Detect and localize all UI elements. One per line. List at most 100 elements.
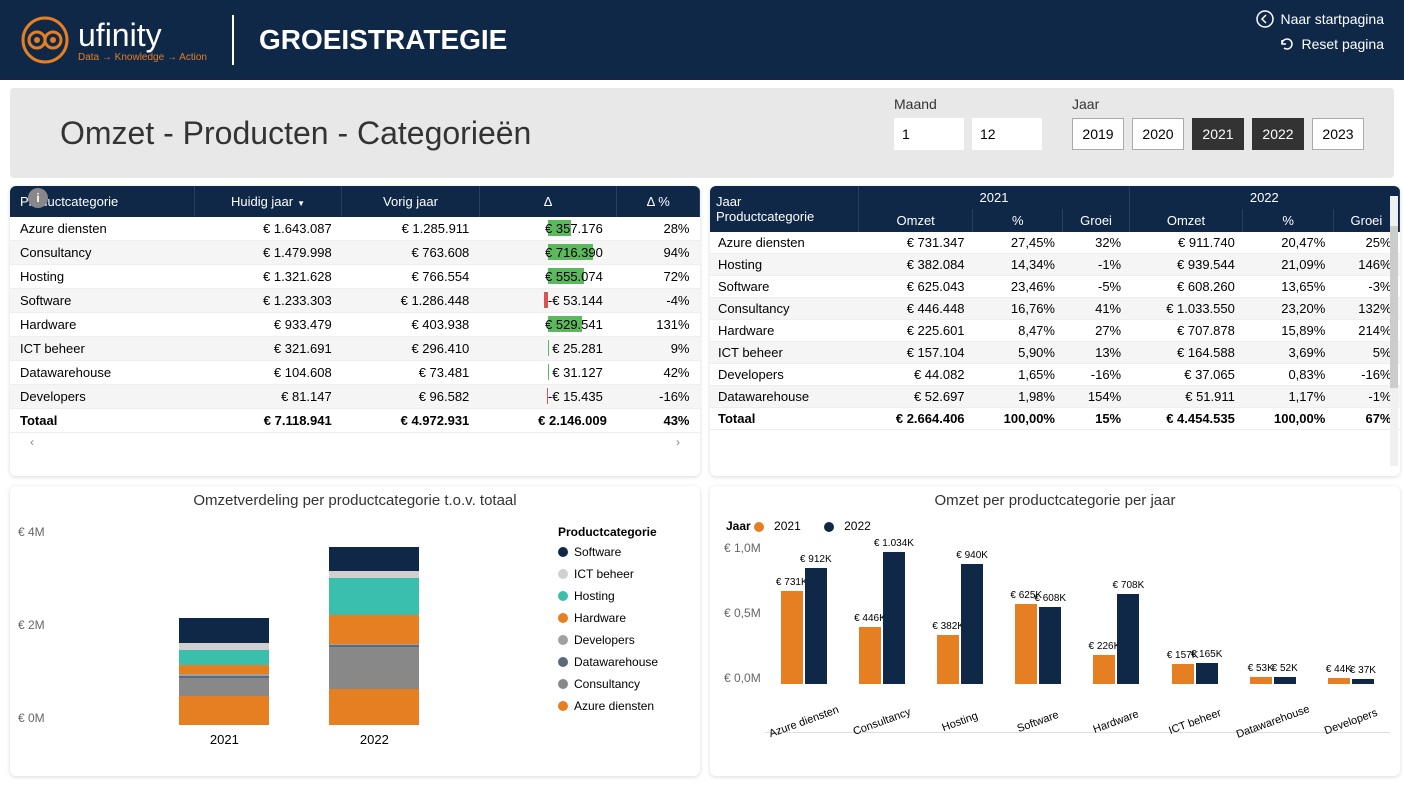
bar-group[interactable]: € 446K€ 1.034KConsultancy	[859, 552, 905, 684]
th-jaar-cat[interactable]: Jaar Productcategorie	[710, 186, 859, 232]
bar-group[interactable]: € 157K€ 165KICT beheer	[1172, 663, 1218, 684]
year-button-2021[interactable]: 2021	[1192, 118, 1244, 150]
table-row[interactable]: Consultancy€ 1.479.998€ 763.608 € 716.39…	[10, 241, 700, 265]
bar-2021[interactable]: € 625K	[1015, 604, 1037, 684]
table-row[interactable]: Hosting€ 1.321.628€ 766.554 € 555.074 72…	[10, 265, 700, 289]
horizontal-scrollbar[interactable]: ‹›	[10, 433, 700, 451]
th-delta-pct[interactable]: Δ %	[617, 186, 700, 217]
segment-hardware[interactable]	[329, 615, 419, 643]
bar-value-label: € 226K	[1089, 641, 1121, 652]
stacked-y-axis: € 4M € 2M € 0M	[10, 515, 49, 755]
segment-azure-diensten[interactable]	[179, 696, 269, 725]
nav-reset-link[interactable]: Reset pagina	[1279, 36, 1384, 52]
segment-consultancy[interactable]	[179, 678, 269, 696]
year-button-2022[interactable]: 2022	[1252, 118, 1304, 150]
bar-2022[interactable]: € 708K	[1117, 594, 1139, 684]
table-row[interactable]: Datawarehouse€ 52.6971,98%154%€ 51.9111,…	[710, 386, 1400, 408]
bar-2022[interactable]: € 608K	[1039, 607, 1061, 684]
bar-2022[interactable]: € 37K	[1352, 679, 1374, 684]
th-vorig-jaar[interactable]: Vorig jaar	[342, 186, 480, 217]
segment-software[interactable]	[329, 547, 419, 571]
segment-hardware[interactable]	[179, 665, 269, 674]
bar-2021[interactable]: € 157K	[1172, 664, 1194, 684]
bar-group[interactable]: € 382K€ 940KHosting	[937, 564, 983, 684]
bar-2021[interactable]: € 446K	[859, 627, 881, 684]
table-total-row: Totaal€ 2.664.406100,00%15%€ 4.454.53510…	[710, 408, 1400, 430]
back-icon	[1256, 10, 1274, 28]
info-button[interactable]: i	[28, 188, 48, 208]
bar-2021[interactable]: € 226K	[1093, 655, 1115, 684]
legend-item[interactable]: ICT beheer	[558, 567, 692, 581]
grouped-chart-title: Omzet per productcategorie per jaar	[710, 486, 1400, 515]
th-omzet-1[interactable]: Omzet	[859, 209, 973, 232]
table-row[interactable]: Hardware€ 225.6018,47%27%€ 707.87815,89%…	[710, 320, 1400, 342]
table-row[interactable]: ICT beheer€ 321.691€ 296.410 € 25.281 9%	[10, 337, 700, 361]
filter-bar: Omzet - Producten - Categorieën Maand Ja…	[10, 88, 1394, 178]
segment-azure-diensten[interactable]	[329, 689, 419, 725]
th-pct-2[interactable]: %	[1243, 209, 1333, 232]
table-row[interactable]: Consultancy€ 446.44816,76%41%€ 1.033.550…	[710, 298, 1400, 320]
legend-item[interactable]: Hardware	[558, 611, 692, 625]
legend-item[interactable]: Developers	[558, 633, 692, 647]
table-row[interactable]: Developers€ 81.147€ 96.582 -€ 15.435 -16…	[10, 385, 700, 409]
th-delta[interactable]: Δ	[479, 186, 617, 217]
bar-2022[interactable]: € 52K	[1274, 677, 1296, 684]
year-button-2023[interactable]: 2023	[1312, 118, 1364, 150]
table-row[interactable]: Hosting€ 382.08414,34%-1%€ 939.54421,09%…	[710, 254, 1400, 276]
vertical-scrollbar[interactable]	[1390, 196, 1398, 466]
year-filter: Jaar 20192020202120222023	[1072, 96, 1364, 150]
th-year-2021[interactable]: 2021	[859, 186, 1129, 209]
segment-ict-beheer[interactable]	[329, 571, 419, 578]
bar-2022[interactable]: € 165K	[1196, 663, 1218, 684]
category-label: Azure diensten	[767, 704, 840, 740]
grouped-bars-area[interactable]: € 731K€ 912KAzure diensten € 446K€ 1.034K…	[765, 533, 1390, 733]
bar-2022[interactable]: € 912K	[805, 568, 827, 684]
month-filter: Maand	[894, 96, 1042, 150]
stacked-bar[interactable]: 2021	[179, 618, 269, 725]
stacked-bars-area[interactable]: 2021 2022	[49, 515, 550, 755]
year-button-2020[interactable]: 2020	[1132, 118, 1184, 150]
bar-2021[interactable]: € 53K	[1250, 677, 1272, 684]
segment-software[interactable]	[179, 618, 269, 643]
month-from-input[interactable]	[894, 118, 964, 150]
nav-home-link[interactable]: Naar startpagina	[1256, 10, 1384, 28]
legend-item[interactable]: Software	[558, 545, 692, 559]
bar-value-label: € 53K	[1248, 663, 1274, 674]
legend-item[interactable]: Consultancy	[558, 677, 692, 691]
bar-group[interactable]: € 44K€ 37KDevelopers	[1328, 678, 1374, 684]
bar-group[interactable]: € 53K€ 52KDatawarehouse	[1250, 677, 1296, 684]
legend-item[interactable]: Hosting	[558, 589, 692, 603]
bar-2022[interactable]: € 1.034K	[883, 552, 905, 684]
bar-2022[interactable]: € 940K	[961, 564, 983, 684]
segment-hosting[interactable]	[179, 650, 269, 665]
year-button-2019[interactable]: 2019	[1072, 118, 1124, 150]
table-row[interactable]: ICT beheer€ 157.1045,90%13%€ 164.5883,69…	[710, 342, 1400, 364]
stacked-bar[interactable]: 2022	[329, 547, 419, 725]
bar-2021[interactable]: € 382K	[937, 635, 959, 684]
legend-item[interactable]: Datawarehouse	[558, 655, 692, 669]
th-omzet-2[interactable]: Omzet	[1129, 209, 1243, 232]
segment-hosting[interactable]	[329, 578, 419, 616]
table-row[interactable]: Software€ 1.233.303€ 1.286.448 -€ 53.144…	[10, 289, 700, 313]
category-label: Datawarehouse	[1234, 703, 1311, 741]
legend-item[interactable]: Azure diensten	[558, 699, 692, 713]
th-groei-1[interactable]: Groei	[1063, 209, 1129, 232]
th-year-2022[interactable]: 2022	[1129, 186, 1399, 209]
month-to-input[interactable]	[972, 118, 1042, 150]
th-huidig-jaar[interactable]: Huidig jaar▼	[194, 186, 341, 217]
table-row[interactable]: Datawarehouse€ 104.608€ 73.481 € 31.127 …	[10, 361, 700, 385]
bar-2021[interactable]: € 731K	[781, 591, 803, 684]
bar-group[interactable]: € 731K€ 912KAzure diensten	[781, 568, 827, 684]
bar-value-label: € 44K	[1326, 664, 1352, 675]
table-row[interactable]: Hardware€ 933.479€ 403.938 € 529.541 131…	[10, 313, 700, 337]
table-row[interactable]: Developers€ 44.0821,65%-16%€ 37.0650,83%…	[710, 364, 1400, 386]
segment-consultancy[interactable]	[329, 647, 419, 688]
bar-2021[interactable]: € 44K	[1328, 678, 1350, 684]
bar-group[interactable]: € 625K€ 608KSoftware	[1015, 604, 1061, 684]
th-pct-1[interactable]: %	[973, 209, 1063, 232]
panel-grouped-chart: Omzet per productcategorie per jaar Jaar…	[710, 486, 1400, 776]
table-row[interactable]: Software€ 625.04323,46%-5%€ 608.26013,65…	[710, 276, 1400, 298]
bar-group[interactable]: € 226K€ 708KHardware	[1093, 594, 1139, 684]
table-row[interactable]: Azure diensten€ 1.643.087€ 1.285.911 € 3…	[10, 217, 700, 241]
table-row[interactable]: Azure diensten€ 731.34727,45%32%€ 911.74…	[710, 232, 1400, 254]
